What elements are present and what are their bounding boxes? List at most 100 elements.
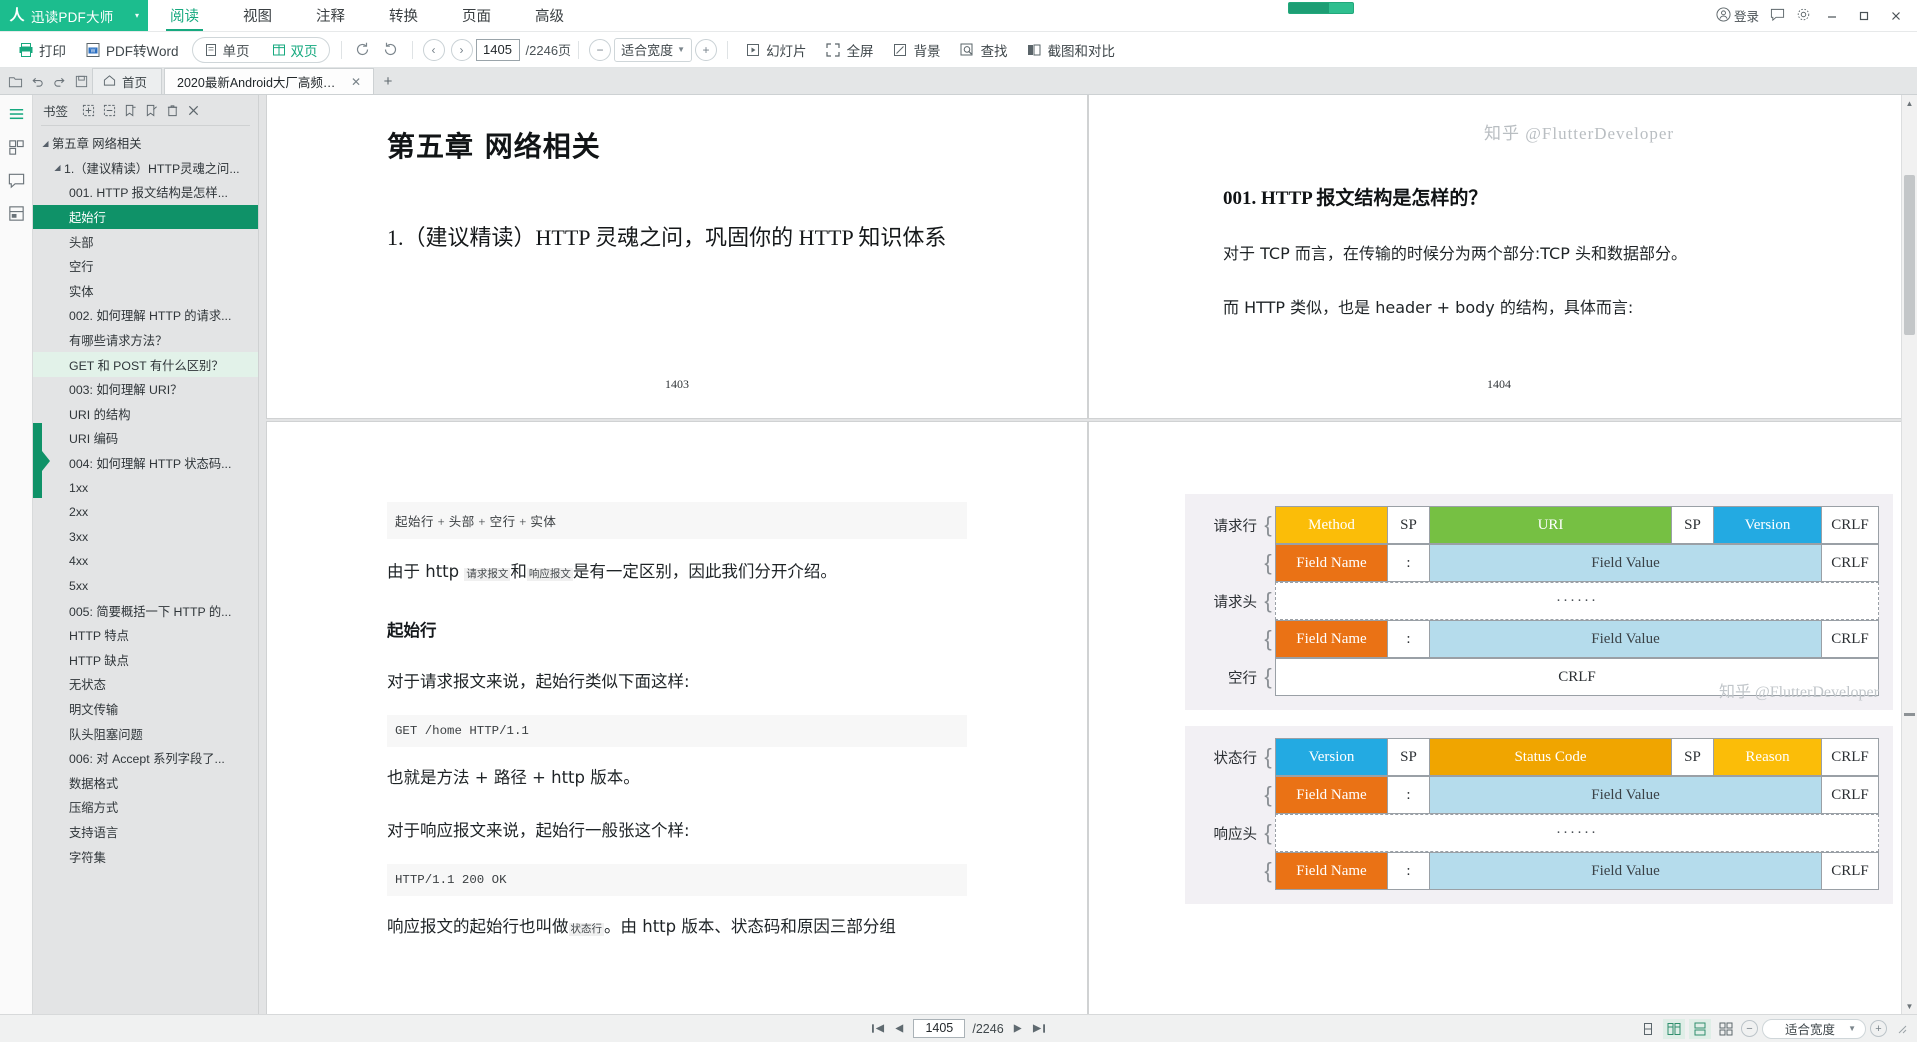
close-panel-icon[interactable] bbox=[183, 100, 204, 121]
zoom-level-select[interactable]: 适合宽度 ▼ bbox=[614, 37, 693, 62]
slideshow-button[interactable]: 幻灯片 bbox=[735, 36, 816, 64]
bookmark-item[interactable]: 数据格式 bbox=[33, 770, 258, 795]
minimize-button[interactable] bbox=[1817, 1, 1847, 31]
pdf-to-word-button[interactable]: W PDF转Word bbox=[75, 36, 188, 64]
prev-page-icon[interactable] bbox=[893, 1022, 906, 1035]
layout-two-page-button[interactable] bbox=[1663, 1018, 1685, 1039]
status-page-input[interactable]: 1405 bbox=[913, 1019, 966, 1038]
chevron-icon[interactable]: ◢ bbox=[51, 163, 64, 172]
chevron-icon[interactable]: ◢ bbox=[39, 139, 52, 148]
bookmark-item[interactable]: 3xx bbox=[33, 525, 258, 550]
single-page-button[interactable]: 单页 bbox=[193, 38, 261, 62]
maximize-button[interactable] bbox=[1849, 1, 1879, 31]
bookmark-item[interactable]: 2xx bbox=[33, 500, 258, 525]
bookmark-item[interactable]: 明文传输 bbox=[33, 697, 258, 722]
chevron-down-icon[interactable]: ▾ bbox=[135, 11, 139, 20]
bookmark-item[interactable]: 4xx bbox=[33, 549, 258, 574]
scroll-up-icon[interactable]: ▲ bbox=[1902, 95, 1917, 111]
menu-read[interactable]: 阅读 bbox=[148, 0, 221, 31]
fullscreen-button[interactable]: 全屏 bbox=[816, 36, 883, 64]
close-icon[interactable]: ✕ bbox=[351, 75, 361, 89]
last-page-icon[interactable] bbox=[1031, 1022, 1046, 1035]
document-viewer[interactable]: 第五章 网络相关 1.（建议精读）HTTP 灵魂之问，巩固你的 HTTP 知识体… bbox=[259, 95, 1917, 1014]
bookmark-item[interactable]: 无状态 bbox=[33, 672, 258, 697]
scroll-down-icon[interactable]: ▼ bbox=[1902, 998, 1917, 1014]
layout-continuous-button[interactable] bbox=[1689, 1018, 1711, 1039]
add-bookmark-icon[interactable] bbox=[120, 100, 141, 121]
rail-attachments-icon[interactable] bbox=[4, 201, 28, 225]
bookmark-item[interactable]: ◢ 1.（建议精读）HTTP灵魂之问... bbox=[33, 156, 258, 181]
close-button[interactable] bbox=[1881, 1, 1911, 31]
open-file-icon[interactable] bbox=[4, 68, 26, 94]
rail-comments-icon[interactable] bbox=[4, 168, 28, 192]
menu-view[interactable]: 视图 bbox=[221, 0, 294, 31]
bookmark-item[interactable]: 006: 对 Accept 系列字段了... bbox=[33, 746, 258, 771]
status-zoom-out-button[interactable]: − bbox=[1741, 1020, 1758, 1037]
page-number-input[interactable]: 1405 bbox=[475, 38, 520, 61]
menu-annotate[interactable]: 注释 bbox=[294, 0, 367, 31]
collapse-all-icon[interactable] bbox=[99, 100, 120, 121]
bookmark-item[interactable]: 压缩方式 bbox=[33, 795, 258, 820]
bookmark-item[interactable]: 支持语言 bbox=[33, 820, 258, 845]
next-page-button[interactable]: › bbox=[450, 38, 473, 61]
menu-convert[interactable]: 转换 bbox=[367, 0, 440, 31]
vertical-scrollbar[interactable]: ▲ ▼ bbox=[1901, 95, 1917, 1014]
settings-button[interactable] bbox=[1791, 1, 1815, 31]
bookmark-item-highlighted[interactable]: GET 和 POST 有什么区别？ bbox=[33, 352, 258, 377]
zoom-out-button[interactable]: − bbox=[589, 38, 612, 61]
bookmark-item[interactable]: 1xx bbox=[33, 475, 258, 500]
expand-all-icon[interactable] bbox=[78, 100, 99, 121]
bookmark-item[interactable]: 003: 如何理解 URI？ bbox=[33, 377, 258, 402]
bookmark-item[interactable]: URI 编码 bbox=[33, 426, 258, 451]
next-page-icon[interactable] bbox=[1011, 1022, 1024, 1035]
save-icon[interactable] bbox=[70, 68, 92, 94]
print-button[interactable]: 打印 bbox=[8, 36, 75, 64]
bookmark-item[interactable]: 5xx bbox=[33, 574, 258, 599]
layout-grid-button[interactable] bbox=[1715, 1019, 1737, 1039]
previous-page-button[interactable]: ‹ bbox=[422, 38, 445, 61]
undo-icon[interactable] bbox=[26, 68, 48, 94]
panel-collapse-handle[interactable] bbox=[33, 423, 50, 498]
scrollbar-thumb[interactable] bbox=[1904, 175, 1915, 335]
message-button[interactable] bbox=[1765, 1, 1789, 31]
delete-icon[interactable] bbox=[162, 100, 183, 121]
bookmark-item[interactable]: 队头阻塞问题 bbox=[33, 721, 258, 746]
bookmark-item[interactable]: 空行 bbox=[33, 254, 258, 279]
menu-page[interactable]: 页面 bbox=[440, 0, 513, 31]
layout-single-page-button[interactable] bbox=[1637, 1019, 1659, 1039]
background-button[interactable]: 背景 bbox=[883, 36, 950, 64]
new-tab-button[interactable]: + bbox=[376, 68, 400, 94]
bookmark-item[interactable]: 001. HTTP 报文结构是怎样... bbox=[33, 180, 258, 205]
zoom-in-button[interactable]: + bbox=[695, 38, 718, 61]
rotate-counterclockwise-button[interactable] bbox=[381, 40, 401, 60]
find-button[interactable]: 查找 bbox=[950, 36, 1017, 64]
resize-grip-icon[interactable] bbox=[1895, 1022, 1909, 1036]
first-page-icon[interactable] bbox=[871, 1022, 886, 1035]
bookmark-item[interactable]: HTTP 特点 bbox=[33, 623, 258, 648]
remove-bookmark-icon[interactable] bbox=[141, 100, 162, 121]
status-zoom-select[interactable]: 适合宽度 ▼ bbox=[1762, 1018, 1866, 1039]
bookmark-item[interactable]: ◢ 第五章 网络相关 bbox=[33, 131, 258, 156]
tab-document[interactable]: 2020最新Android大厂高频面... ✕ bbox=[164, 68, 375, 94]
double-page-button[interactable]: 双页 bbox=[261, 38, 329, 62]
tab-home[interactable]: 首页 bbox=[92, 68, 163, 94]
bookmarks-list[interactable]: ◢ 第五章 网络相关 ◢ 1.（建议精读）HTTP灵魂之问... 001. HTTP… bbox=[33, 129, 258, 1014]
bookmark-item[interactable]: 002. 如何理解 HTTP 的请求... bbox=[33, 303, 258, 328]
redo-icon[interactable] bbox=[48, 68, 70, 94]
status-zoom-in-button[interactable]: + bbox=[1870, 1020, 1887, 1037]
rail-thumbnails-icon[interactable] bbox=[4, 135, 28, 159]
bookmark-item[interactable]: 有哪些请求方法？ bbox=[33, 328, 258, 353]
bookmark-item[interactable]: 004: 如何理解 HTTP 状态码... bbox=[33, 451, 258, 476]
bookmark-item[interactable]: 头部 bbox=[33, 229, 258, 254]
menu-advanced[interactable]: 高级 bbox=[513, 0, 586, 31]
login-button[interactable]: 登录 bbox=[1712, 1, 1763, 31]
bookmark-item[interactable]: 005: 简要概括一下 HTTP 的... bbox=[33, 598, 258, 623]
bookmark-item[interactable]: 实体 bbox=[33, 279, 258, 304]
rail-bookmarks-icon[interactable] bbox=[4, 102, 28, 126]
rotate-clockwise-button[interactable] bbox=[353, 40, 373, 60]
bookmark-item[interactable]: HTTP 缺点 bbox=[33, 647, 258, 672]
screenshot-compare-button[interactable]: 截图和对比 bbox=[1017, 36, 1125, 64]
bookmark-item-selected[interactable]: 起始行 bbox=[33, 204, 258, 230]
bookmark-item[interactable]: URI 的结构 bbox=[33, 402, 258, 427]
bookmark-item[interactable]: 字符集 bbox=[33, 844, 258, 869]
